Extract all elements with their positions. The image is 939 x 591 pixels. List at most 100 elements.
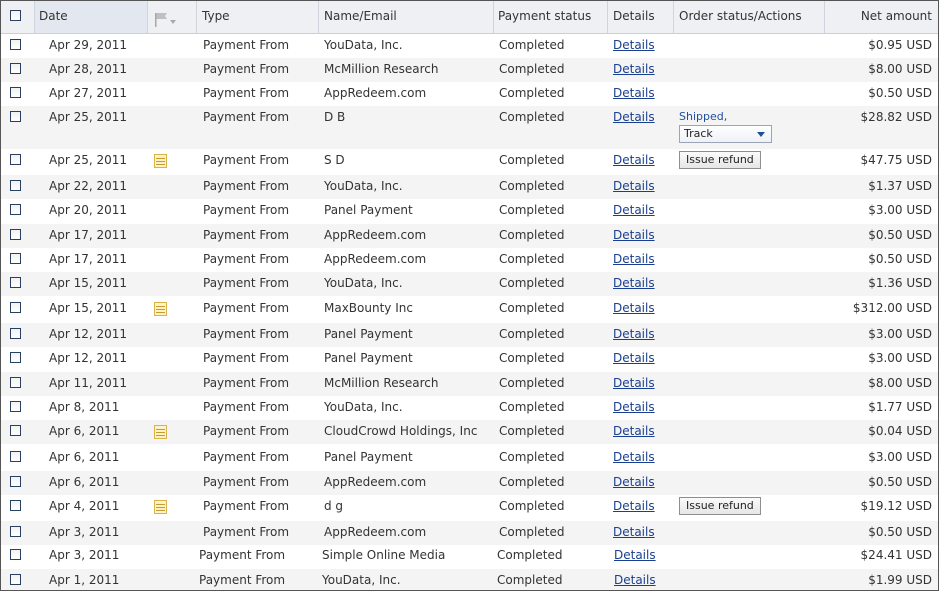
row-checkbox[interactable] [10, 302, 21, 313]
select-all-checkbox[interactable] [10, 10, 21, 21]
payment-status-cell: Completed [499, 351, 565, 365]
row-checkbox[interactable] [10, 154, 21, 165]
date-cell: Apr 6, 2011 [49, 475, 120, 489]
details-link[interactable]: Details [614, 545, 656, 565]
details-link[interactable]: Details [613, 176, 655, 196]
row-checkbox[interactable] [10, 549, 21, 560]
type-cell: Payment From [203, 252, 290, 266]
net-amount-cell: $312.00 USD [852, 301, 932, 315]
row-checkbox[interactable] [10, 377, 21, 388]
date-cell: Apr 25, 2011 [49, 110, 128, 124]
payment-status-cell: Completed [499, 376, 565, 390]
details-link[interactable]: Details [613, 249, 655, 269]
header-payment-status[interactable]: Payment status [494, 1, 608, 33]
name-email-cell: McMillion Research [324, 62, 439, 76]
note-icon[interactable] [154, 302, 167, 316]
date-cell: Apr 28, 2011 [49, 62, 128, 76]
row-checkbox[interactable] [10, 277, 21, 288]
note-icon[interactable] [154, 500, 167, 514]
details-link[interactable]: Details [613, 397, 655, 417]
table-row: Apr 15, 2011 Payment From MaxBounty Inc Com… [1, 297, 938, 322]
details-link[interactable]: Details [613, 447, 655, 467]
row-checkbox[interactable] [10, 328, 21, 339]
details-link[interactable]: Details [613, 373, 655, 393]
details-link[interactable]: Details [613, 200, 655, 220]
name-email-cell: AppRedeem.com [324, 228, 427, 242]
type-cell: Payment From [203, 450, 290, 464]
details-link[interactable]: Details [613, 107, 655, 127]
name-email-cell: AppRedeem.com [324, 525, 427, 539]
details-link[interactable]: Details [613, 225, 655, 245]
row-checkbox[interactable] [10, 229, 21, 240]
row-checkbox[interactable] [10, 526, 21, 537]
details-link[interactable]: Details [613, 273, 655, 293]
details-link[interactable]: Details [613, 421, 655, 441]
transactions-table: Date Type Name/Email Payment status Deta… [0, 0, 939, 591]
net-amount-cell: $19.12 USD [860, 499, 932, 513]
table-row: Apr 15, 2011 Payment From YouData, Inc. Com… [1, 272, 938, 296]
row-checkbox[interactable] [10, 425, 21, 436]
row-checkbox[interactable] [10, 476, 21, 487]
note-icon[interactable] [154, 425, 167, 439]
name-email-cell: AppRedeem.com [324, 86, 427, 100]
table-row: Apr 8, 2011 Payment From YouData, Inc. Comp… [1, 396, 938, 420]
table-row: Apr 22, 2011 Payment From YouData, Inc. Com… [1, 175, 938, 199]
date-cell: Apr 22, 2011 [49, 179, 128, 193]
issue-refund-button[interactable]: Issue refund [679, 151, 761, 169]
row-checkbox[interactable] [10, 204, 21, 215]
row-checkbox[interactable] [10, 401, 21, 412]
type-cell: Payment From [203, 499, 290, 513]
payment-status-cell: Completed [499, 499, 565, 513]
details-link[interactable]: Details [613, 496, 655, 516]
row-checkbox[interactable] [10, 111, 21, 122]
details-link[interactable]: Details [613, 150, 655, 170]
name-email-cell: AppRedeem.com [324, 252, 427, 266]
name-email-cell: Panel Payment [324, 351, 413, 365]
issue-refund-button[interactable]: Issue refund [679, 497, 761, 515]
row-checkbox[interactable] [10, 500, 21, 511]
net-amount-cell: $1.37 USD [868, 179, 932, 193]
type-cell: Payment From [199, 548, 286, 562]
row-checkbox[interactable] [10, 63, 21, 74]
details-link[interactable]: Details [614, 570, 656, 590]
table-row: Apr 29, 2011 Payment From YouData, Inc. Com… [1, 34, 938, 56]
name-email-cell: Panel Payment [324, 450, 413, 464]
row-checkbox[interactable] [10, 39, 21, 50]
details-link[interactable]: Details [613, 83, 655, 103]
type-cell: Payment From [203, 228, 290, 242]
net-amount-cell: $0.50 USD [868, 252, 932, 266]
type-cell: Payment From [203, 525, 290, 539]
row-checkbox[interactable] [10, 451, 21, 462]
date-cell: Apr 17, 2011 [49, 228, 128, 242]
payment-status-cell: Completed [499, 424, 565, 438]
row-checkbox[interactable] [10, 180, 21, 191]
header-flag[interactable] [148, 1, 197, 33]
header-type[interactable]: Type [197, 1, 319, 33]
payment-status-cell: Completed [499, 179, 565, 193]
type-cell: Payment From [203, 179, 290, 193]
details-link[interactable]: Details [613, 324, 655, 344]
date-cell: Apr 27, 2011 [49, 86, 128, 100]
payment-status-cell: Completed [499, 86, 565, 100]
details-link[interactable]: Details [613, 522, 655, 542]
row-checkbox[interactable] [10, 574, 21, 585]
table-row: Apr 3, 2011 Payment From Simple Online Med… [1, 544, 938, 568]
details-link[interactable]: Details [613, 298, 655, 318]
details-link[interactable]: Details [613, 35, 655, 55]
details-link[interactable]: Details [613, 348, 655, 368]
net-amount-cell: $0.50 USD [868, 525, 932, 539]
net-amount-cell: $3.00 USD [868, 351, 932, 365]
date-cell: Apr 11, 2011 [49, 376, 128, 390]
note-icon[interactable] [154, 154, 167, 168]
row-checkbox[interactable] [10, 253, 21, 264]
track-select[interactable]: Track [679, 125, 772, 143]
header-net-amount[interactable]: Net amount [825, 1, 938, 33]
row-checkbox[interactable] [10, 87, 21, 98]
header-date[interactable]: Date [35, 1, 148, 33]
payment-status-cell: Completed [499, 301, 565, 315]
details-link[interactable]: Details [613, 59, 655, 79]
payment-status-cell: Completed [499, 450, 565, 464]
details-link[interactable]: Details [613, 472, 655, 492]
row-checkbox[interactable] [10, 352, 21, 363]
header-name-email[interactable]: Name/Email [319, 1, 494, 33]
